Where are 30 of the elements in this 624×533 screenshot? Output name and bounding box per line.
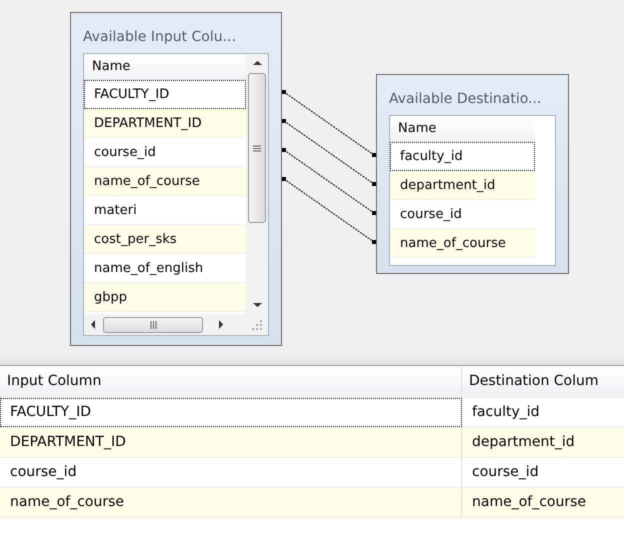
table-cell[interactable]: name_of_course xyxy=(462,488,624,517)
scroll-thumb[interactable] xyxy=(248,73,266,223)
column-item[interactable]: department_id xyxy=(390,171,535,200)
column-item[interactable]: gbpp xyxy=(84,283,246,312)
table-cell[interactable]: course_id xyxy=(462,458,624,487)
table-cell[interactable]: DEPARTMENT_ID xyxy=(0,428,462,457)
panel-title: Available Input Colu... xyxy=(83,28,237,47)
column-item[interactable]: DEPARTMENT_ID xyxy=(84,109,246,138)
down-arrow-icon[interactable] xyxy=(252,302,262,308)
table-cell[interactable]: course_id xyxy=(0,458,462,487)
horizontal-scrollbar[interactable] xyxy=(84,314,268,335)
table-cell[interactable]: name_of_course xyxy=(0,488,462,517)
resize-grip-icon[interactable] xyxy=(252,320,262,330)
column-header[interactable]: Input Column xyxy=(0,366,462,397)
table-cell[interactable]: department_id xyxy=(462,428,624,457)
up-arrow-icon[interactable] xyxy=(252,60,262,66)
table-cell[interactable]: FACULTY_ID xyxy=(0,398,462,427)
table-cell[interactable]: faculty_id xyxy=(462,398,624,427)
column-item[interactable]: name_of_course xyxy=(390,229,535,258)
grip-icon xyxy=(150,320,156,328)
left-arrow-icon[interactable] xyxy=(90,320,96,329)
column-item[interactable]: name_of_course xyxy=(84,167,246,196)
column-item[interactable]: cost_per_sks xyxy=(84,225,246,254)
splitter-bar[interactable] xyxy=(0,355,624,366)
panel-title: Available Destinatio... xyxy=(389,90,542,109)
grip-icon xyxy=(253,144,261,152)
right-arrow-icon[interactable] xyxy=(218,320,224,329)
vertical-scrollbar[interactable] xyxy=(246,54,268,314)
scroll-thumb[interactable] xyxy=(103,316,203,332)
column-header[interactable]: Destination Colum xyxy=(462,366,624,397)
